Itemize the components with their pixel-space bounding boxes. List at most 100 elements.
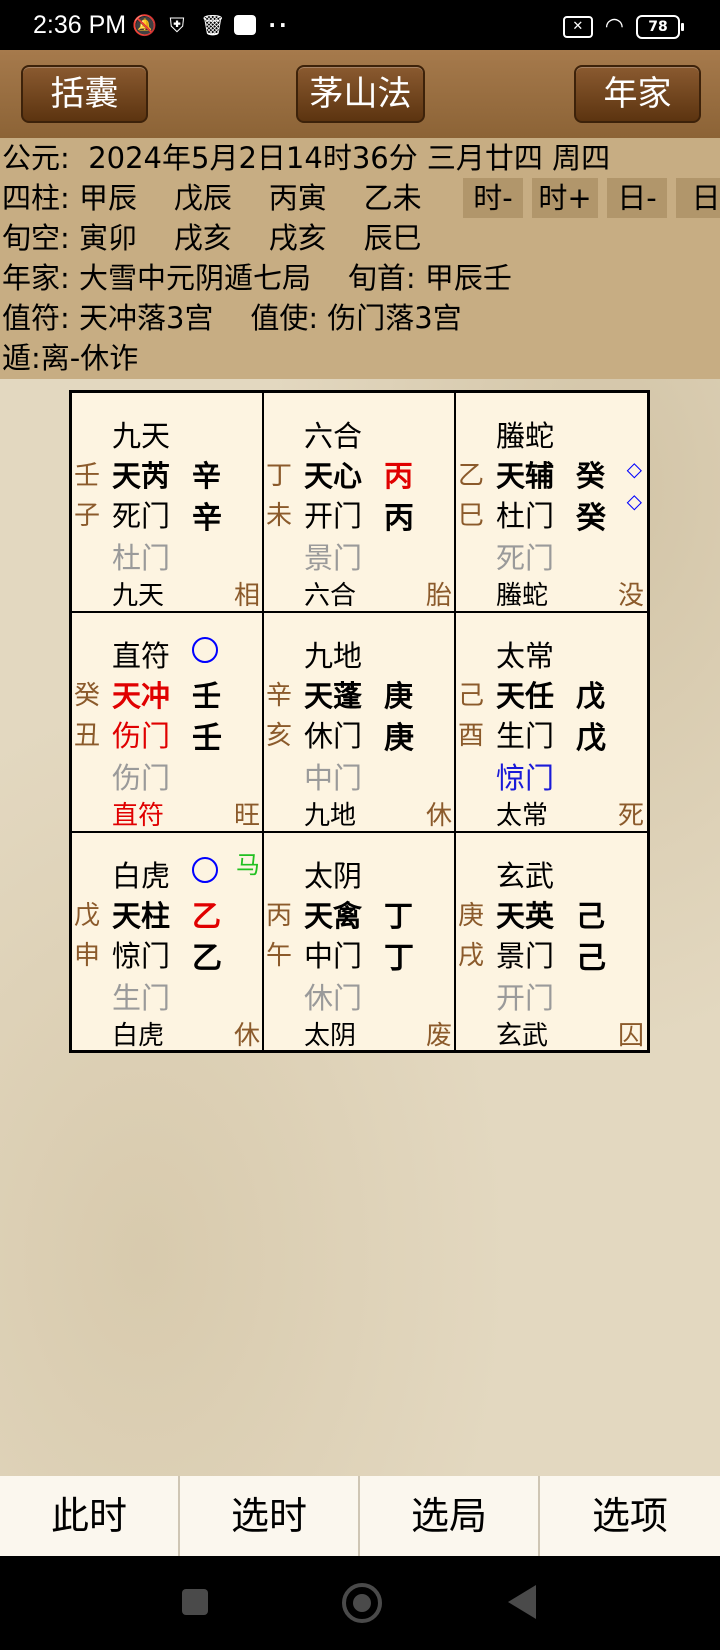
- battery-level: 78: [648, 18, 668, 35]
- trash-icon: 🗑: [200, 13, 226, 37]
- day-minus-button[interactable]: 日-: [607, 178, 667, 218]
- palace-heaven-stem: 癸: [576, 459, 606, 493]
- palace-door: 中门: [304, 939, 363, 973]
- tab-options[interactable]: 选项: [540, 1476, 720, 1556]
- palace-4[interactable]: 九天 壬 子 天芮 辛 死门 辛 杜门 九天 相: [72, 393, 264, 612]
- palace-branch: 丑: [74, 721, 101, 751]
- palace-base-door: 惊门: [496, 761, 555, 795]
- hour-plus-button[interactable]: 时+: [532, 178, 598, 218]
- palace-door: 杜门: [496, 499, 555, 533]
- kuonang-button[interactable]: 括囊: [21, 65, 148, 123]
- sim-icon: ✕: [562, 15, 593, 38]
- kongwang-circle-icon: [192, 637, 218, 663]
- palace-god: 直符: [112, 639, 171, 673]
- palace-star: 天禽: [304, 899, 363, 933]
- palace-base-door: 开门: [496, 981, 555, 1015]
- day-plus-button[interactable]: 日: [676, 178, 720, 218]
- palace-god: 太阴: [304, 859, 363, 893]
- status-time: 2:36 PM: [33, 11, 127, 39]
- palace-state: 囚: [617, 1021, 644, 1051]
- palace-earth-stem: 丙: [384, 501, 414, 536]
- palace-base-god: 白虎: [112, 1021, 165, 1051]
- palace-door: 景门: [496, 939, 555, 973]
- palace-base-door: 休门: [304, 981, 363, 1015]
- nianjia-button[interactable]: 年家: [574, 65, 701, 123]
- palace-earth-stem: 丁: [384, 941, 414, 976]
- tab-now[interactable]: 此时: [0, 1476, 178, 1556]
- tab-select-time[interactable]: 选时: [180, 1476, 358, 1556]
- palace-star: 天芮: [112, 459, 171, 493]
- palace-1[interactable]: 太阴 丙 午 天禽 丁 中门 丁 休门 太阴 废: [264, 833, 456, 1052]
- horse-star-label: 马: [236, 851, 260, 879]
- palace-branch: 戌: [458, 941, 485, 971]
- mute-icon: 🔕: [132, 13, 157, 37]
- palace-stem: 壬: [74, 461, 101, 491]
- palace-earth-stem: 己: [576, 941, 606, 976]
- palace-god: 太常: [496, 639, 555, 673]
- palace-6[interactable]: 玄武 庚 戌 天英 己 景门 己 开门 玄武 囚: [456, 833, 648, 1052]
- palace-9[interactable]: 六合 丁 未 天心 丙 开门 丙 景门 六合 胎: [264, 393, 456, 612]
- palace-5[interactable]: 九地 辛 亥 天蓬 庚 休门 庚 中门 九地 休: [264, 613, 456, 832]
- back-icon[interactable]: [508, 1585, 536, 1619]
- app-icon: [234, 15, 256, 35]
- palace-2[interactable]: 螣蛇 乙 巳 天辅 癸 ◇ ◇ 杜门 癸 死门 螣蛇 没: [456, 393, 648, 612]
- palace-god: 九天: [112, 419, 171, 453]
- palace-base-god: 螣蛇: [496, 581, 549, 611]
- hour-minus-button[interactable]: 时-: [463, 178, 523, 218]
- status-bar: 2:36 PM 🔕 ⛨ 🗑 ·· ✕ ◠ 78: [0, 0, 720, 50]
- palace-branch: 未: [266, 501, 293, 531]
- palace-3[interactable]: 直符 癸 丑 天冲 壬 伤门 壬 伤门 直符 旺: [72, 613, 264, 832]
- palace-star: 天柱: [112, 899, 171, 933]
- zhifu-line: 值符: 天冲落3宫 值使: 伤门落3宫: [2, 301, 462, 335]
- nine-palace-grid: 九天 壬 子 天芮 辛 死门 辛 杜门 九天 相 六合 丁 未 天心 丙 开门 …: [69, 390, 650, 1053]
- palace-stem: 癸: [74, 681, 101, 711]
- palace-base-god: 直符: [112, 801, 165, 831]
- palace-state: 休: [233, 1021, 260, 1051]
- palace-state: 没: [617, 581, 644, 611]
- palace-heaven-stem: 辛: [192, 459, 222, 493]
- palace-earth-stem: 壬: [192, 721, 222, 756]
- palace-7[interactable]: 太常 己 酉 天任 戊 生门 戊 惊门 太常 死: [456, 613, 648, 832]
- palace-8[interactable]: 白虎 马 戊 申 天柱 乙 惊门 乙 生门 白虎 休: [72, 833, 264, 1052]
- bottom-tab-bar: 此时 选时 选局 选项: [0, 1476, 720, 1556]
- palace-heaven-stem: 丙: [384, 459, 414, 493]
- palace-earth-stem: 辛: [192, 501, 222, 536]
- maoshan-button[interactable]: 茅山法: [296, 65, 425, 123]
- sizhu-line: 四柱: 甲辰 戊辰 丙寅 乙未: [2, 181, 422, 215]
- palace-base-door: 中门: [304, 761, 363, 795]
- palace-stem: 庚: [458, 901, 485, 931]
- kongwang-circle-icon: [192, 857, 218, 883]
- palace-god: 玄武: [496, 859, 555, 893]
- palace-earth-stem: 戊: [576, 721, 606, 756]
- palace-stem: 辛: [266, 681, 293, 711]
- palace-heaven-stem: 戊: [576, 679, 606, 713]
- palace-stem: 己: [458, 681, 485, 711]
- palace-branch: 巳: [458, 501, 485, 531]
- more-dots-icon: ··: [268, 13, 290, 37]
- palace-heaven-stem: 壬: [192, 679, 222, 713]
- dun-line: 遁:离-休诈: [2, 341, 139, 375]
- palace-door: 休门: [304, 719, 363, 753]
- palace-earth-stem: 乙: [192, 941, 222, 976]
- home-icon[interactable]: [342, 1583, 382, 1623]
- palace-door: 惊门: [112, 939, 171, 973]
- palace-door: 生门: [496, 719, 555, 753]
- recents-icon[interactable]: [182, 1589, 208, 1615]
- palace-stem: 丁: [266, 461, 293, 491]
- palace-state: 废: [425, 1021, 452, 1051]
- battery-icon: 78: [636, 14, 684, 39]
- wifi-icon: ◠: [604, 14, 624, 39]
- palace-base-god: 太常: [496, 801, 549, 831]
- palace-state: 休: [425, 801, 452, 831]
- date-line: 公元: 2024年5月2日14时36分 三月廿四 周四: [2, 141, 611, 175]
- palace-star: 天蓬: [304, 679, 363, 713]
- palace-door: 伤门: [112, 719, 171, 753]
- palace-base-door: 死门: [496, 541, 555, 575]
- palace-heaven-stem: 乙: [192, 899, 222, 933]
- palace-stem: 戊: [74, 901, 101, 931]
- palace-star: 天辅: [496, 459, 555, 493]
- tab-select-ju[interactable]: 选局: [360, 1476, 538, 1556]
- palace-door: 开门: [304, 499, 363, 533]
- palace-heaven-stem: 丁: [384, 899, 414, 933]
- info-panel: 公元: 2024年5月2日14时36分 三月廿四 周四 四柱: 甲辰 戊辰 丙寅…: [0, 138, 720, 379]
